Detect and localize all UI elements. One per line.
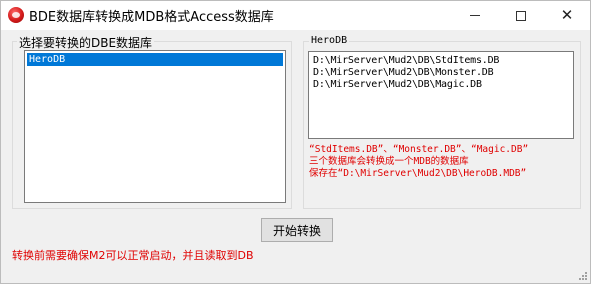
maximize-button[interactable]	[498, 1, 544, 30]
window-title: BDE数据库转换成MDB格式Access数据库	[29, 10, 274, 25]
warning-text: 转换前需要确保M2可以正常启动，并且读取到DB	[12, 249, 254, 262]
close-icon: ✕	[560, 6, 574, 24]
file-list-item[interactable]: D:\MirServer\Mud2\DB\StdItems.DB	[311, 55, 573, 67]
note-line: 三个数据库会转换成一个MDB的数据库	[309, 156, 469, 167]
main-window: BDE数据库转换成MDB格式Access数据库 ✕ 选择要转换的DBE数据库 H…	[0, 0, 591, 284]
note-line: 保存在“D:\MirServer\Mud2\DB\HeroDB.MDB”	[309, 168, 527, 179]
close-button[interactable]: ✕	[544, 1, 590, 30]
database-files-legend: HeroDB	[309, 35, 350, 46]
file-list-item[interactable]: D:\MirServer\Mud2\DB\Monster.DB	[311, 67, 573, 79]
resize-grip-icon[interactable]	[577, 270, 587, 280]
app-icon[interactable]	[8, 7, 24, 23]
start-convert-button[interactable]: 开始转换	[261, 218, 333, 242]
database-list-item[interactable]: HeroDB	[27, 53, 283, 66]
database-files-listbox[interactable]: D:\MirServer\Mud2\DB\StdItems.DB D:\MirS…	[308, 51, 574, 139]
note-line: “StdItems.DB”、“Monster.DB”、“Magic.DB”	[309, 144, 529, 155]
title-bar[interactable]: BDE数据库转换成MDB格式Access数据库 ✕	[1, 1, 590, 30]
minimize-icon	[470, 15, 480, 16]
maximize-icon	[516, 10, 526, 21]
conversion-note: “StdItems.DB”、“Monster.DB”、“Magic.DB” 三个…	[309, 144, 579, 180]
database-listbox[interactable]: HeroDB	[24, 50, 286, 203]
minimize-button[interactable]	[452, 1, 498, 30]
database-select-legend: 选择要转换的DBE数据库	[17, 34, 155, 51]
file-list-item[interactable]: D:\MirServer\Mud2\DB\Magic.DB	[311, 79, 573, 91]
